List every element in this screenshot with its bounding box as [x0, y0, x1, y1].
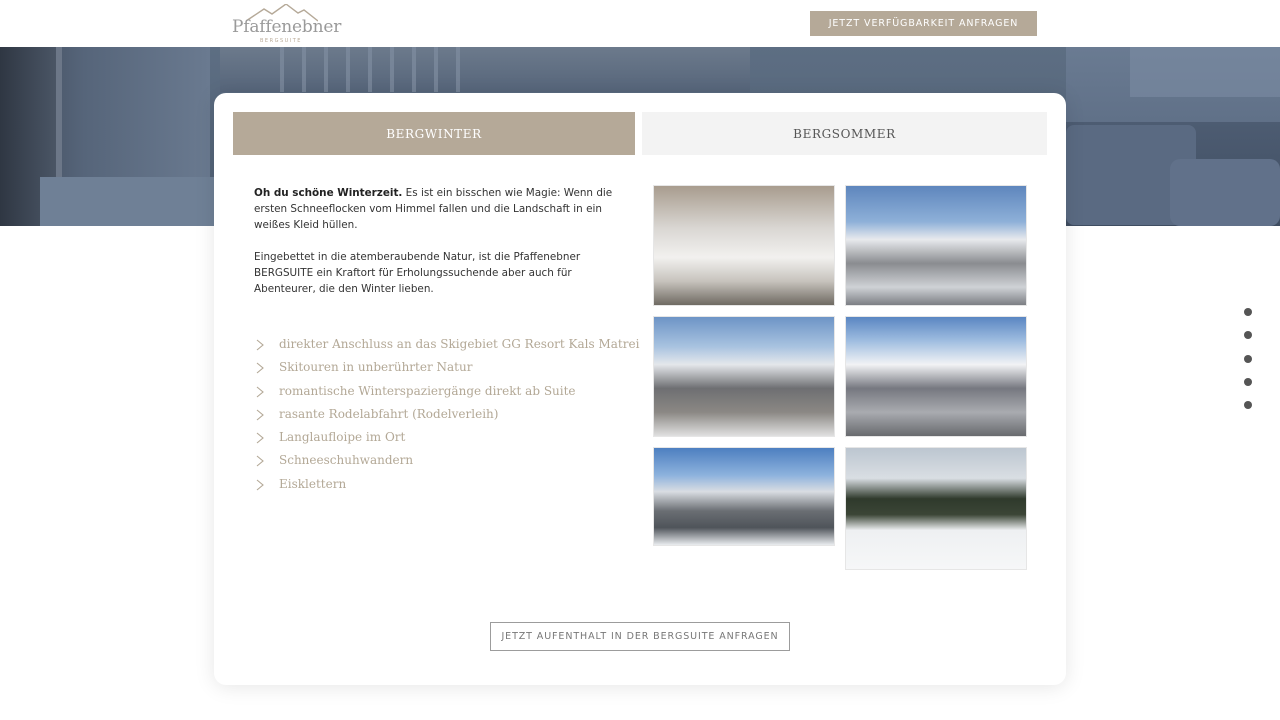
chevron-right-icon	[256, 456, 264, 467]
section-dot-1[interactable]	[1244, 308, 1252, 316]
feature-label: Eisklettern	[279, 476, 347, 491]
chevron-right-icon	[256, 362, 264, 374]
intro-paragraph-1: Oh du schöne Winterzeit. Es ist ein biss…	[254, 185, 624, 233]
section-dot-navigation	[1244, 308, 1254, 418]
list-item: direkter Anschluss an das Skigebiet GG R…	[256, 333, 646, 356]
list-item: rasante Rodelabfahrt (Rodelverleih)	[256, 403, 646, 426]
chevron-right-icon	[256, 432, 264, 444]
feature-label: Skitouren in unberührter Natur	[279, 360, 473, 375]
gallery-photo-mountain-peak[interactable]	[845, 185, 1027, 306]
gallery-photo-alpine-village[interactable]	[653, 447, 835, 546]
list-item: Schneeschuhwandern	[256, 449, 646, 472]
intro-lead-bold: Oh du schöne Winterzeit.	[254, 187, 403, 199]
gallery-photo-mountain-range[interactable]	[653, 316, 835, 437]
hero-floor	[40, 177, 215, 226]
section-dot-2[interactable]	[1244, 331, 1252, 340]
feature-label: rasante Rodelabfahrt (Rodelverleih)	[279, 406, 499, 421]
intro-paragraph-2: Eingebettet in die atemberaubende Natur,…	[254, 251, 581, 295]
header-availability-button[interactable]: Jetzt Verfügbarkeit anfragen	[810, 11, 1037, 36]
section-dot-3[interactable]	[1244, 354, 1252, 363]
chevron-right-icon	[256, 386, 264, 398]
season-tabs: Bergwinter Bergsommer	[233, 112, 1047, 155]
feature-label: direkter Anschluss an das Skigebiet GG R…	[279, 337, 640, 351]
tab-bergwinter[interactable]: Bergwinter	[233, 112, 635, 155]
tab-bergsommer[interactable]: Bergsommer	[642, 112, 1047, 155]
season-card: Bergwinter Bergsommer Oh du schöne Winte…	[214, 93, 1066, 685]
gallery-photo-snowy-valley[interactable]	[653, 185, 835, 306]
feature-label: Langlaufloipe im Ort	[279, 430, 406, 445]
hero-cushion	[1170, 159, 1280, 226]
list-item: Langlaufloipe im Ort	[256, 426, 646, 449]
hero-shelf-bars	[280, 47, 460, 92]
section-dot-5[interactable]	[1244, 401, 1252, 410]
winter-photo-gallery	[653, 185, 1027, 570]
list-item: Skitouren in unberührter Natur	[256, 356, 646, 379]
gallery-photo-glacier-peak[interactable]	[845, 316, 1027, 437]
chevron-right-icon	[256, 339, 264, 351]
logo-subtitle: BERGSUITE	[260, 38, 302, 44]
chevron-right-icon	[256, 409, 264, 421]
list-item: Eisklettern	[256, 473, 646, 496]
intro-text: Oh du schöne Winterzeit. Es ist ein biss…	[254, 185, 624, 313]
gallery-photo-ski-slope[interactable]	[845, 447, 1027, 570]
logo-name: Pfaffenebner	[232, 17, 342, 37]
section-dot-4[interactable]	[1244, 377, 1252, 386]
hero-lamp	[1130, 47, 1280, 97]
feature-list: direkter Anschluss an das Skigebiet GG R…	[256, 333, 646, 496]
list-item: romantische Winterspaziergänge direkt ab…	[256, 380, 646, 403]
site-header: Pfaffenebner BERGSUITE Jetzt Verfügbarke…	[0, 0, 1280, 47]
chevron-right-icon	[256, 479, 264, 491]
feature-label: romantische Winterspaziergänge direkt ab…	[279, 383, 576, 398]
site-logo[interactable]: Pfaffenebner BERGSUITE	[232, 4, 341, 46]
feature-label: Schneeschuhwandern	[279, 453, 414, 468]
stay-request-button[interactable]: Jetzt Aufenthalt in der Bergsuite anfrag…	[490, 622, 790, 651]
